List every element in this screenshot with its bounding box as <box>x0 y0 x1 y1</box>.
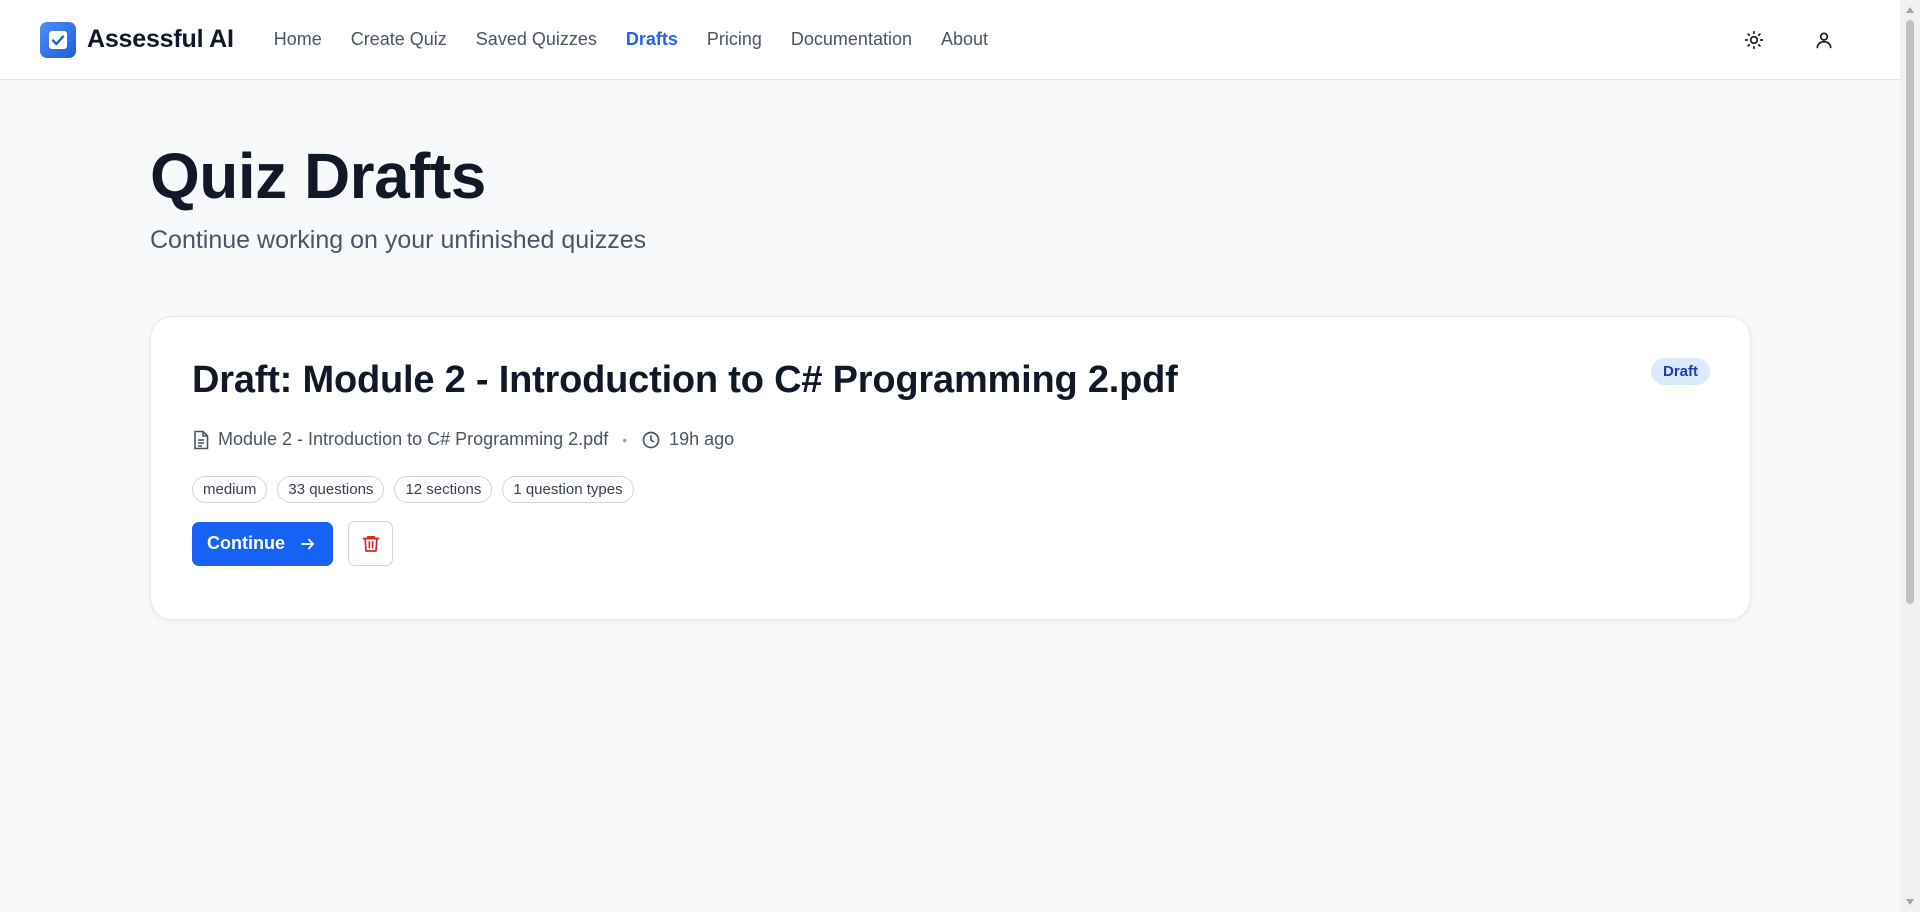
nav-documentation[interactable]: Documentation <box>791 29 912 50</box>
page-scrollbar[interactable] <box>1900 0 1920 912</box>
file-icon <box>194 430 209 449</box>
nav-actions <box>1738 24 1840 56</box>
draft-actions: Continue <box>192 521 1709 566</box>
brand-logo-link[interactable]: Assessful AI <box>40 21 234 58</box>
draft-status-badge: Draft <box>1650 358 1710 385</box>
page-subtitle: Continue working on your unfinished quiz… <box>150 226 647 254</box>
user-icon <box>1816 32 1832 49</box>
scroll-up-arrow-icon[interactable] <box>1904 4 1916 16</box>
draft-title: Draft: Module 2 - Introduction to C# Pro… <box>192 359 1178 401</box>
draft-file-info: Module 2 - Introduction to C# Programmin… <box>192 429 608 450</box>
arrow-right-icon <box>301 538 315 549</box>
clock-icon <box>642 431 660 448</box>
nav-saved-quizzes[interactable]: Saved Quizzes <box>476 29 597 50</box>
main-content: Quiz Drafts Continue working on your unf… <box>150 140 1752 620</box>
tag-difficulty: medium <box>192 476 268 503</box>
scrollbar-thumb[interactable] <box>1906 20 1914 604</box>
draft-filename: Module 2 - Introduction to C# Programmin… <box>218 429 609 449</box>
nav-drafts[interactable]: Drafts <box>626 29 678 50</box>
draft-tags: medium 33 questions 12 sections 1 questi… <box>192 476 1709 503</box>
top-navbar: Assessful AI Home Create Quiz Saved Quiz… <box>0 0 1900 80</box>
draft-meta: Module 2 - Introduction to C# Programmin… <box>192 429 1709 450</box>
checkbox-logo-icon <box>40 21 76 58</box>
nav-create-quiz[interactable]: Create Quiz <box>351 29 447 50</box>
trash-icon <box>362 536 379 552</box>
sun-icon <box>1744 30 1764 50</box>
tag-question-count: 33 questions <box>277 476 385 503</box>
meta-separator: • <box>622 431 628 448</box>
theme-toggle-button[interactable] <box>1738 24 1770 56</box>
draft-card: Draft Draft: Module 2 - Introduction to … <box>150 316 1751 620</box>
draft-time-info: 19h ago <box>641 429 734 450</box>
brand-name: Assessful AI <box>87 25 234 53</box>
scroll-down-arrow-icon[interactable] <box>1904 896 1916 908</box>
page-title: Quiz Drafts <box>150 140 486 212</box>
continue-button[interactable]: Continue <box>192 521 333 566</box>
nav-pricing[interactable]: Pricing <box>707 29 762 50</box>
profile-button[interactable] <box>1808 24 1840 56</box>
draft-time: 19h ago <box>669 429 735 449</box>
tag-question-types: 1 question types <box>502 476 634 503</box>
nav-home[interactable]: Home <box>274 29 322 50</box>
nav-about[interactable]: About <box>941 29 988 50</box>
continue-button-label: Continue <box>207 533 285 553</box>
tag-section-count: 12 sections <box>394 476 493 503</box>
main-nav: Home Create Quiz Saved Quizzes Drafts Pr… <box>274 29 988 50</box>
delete-draft-button[interactable] <box>348 521 393 566</box>
